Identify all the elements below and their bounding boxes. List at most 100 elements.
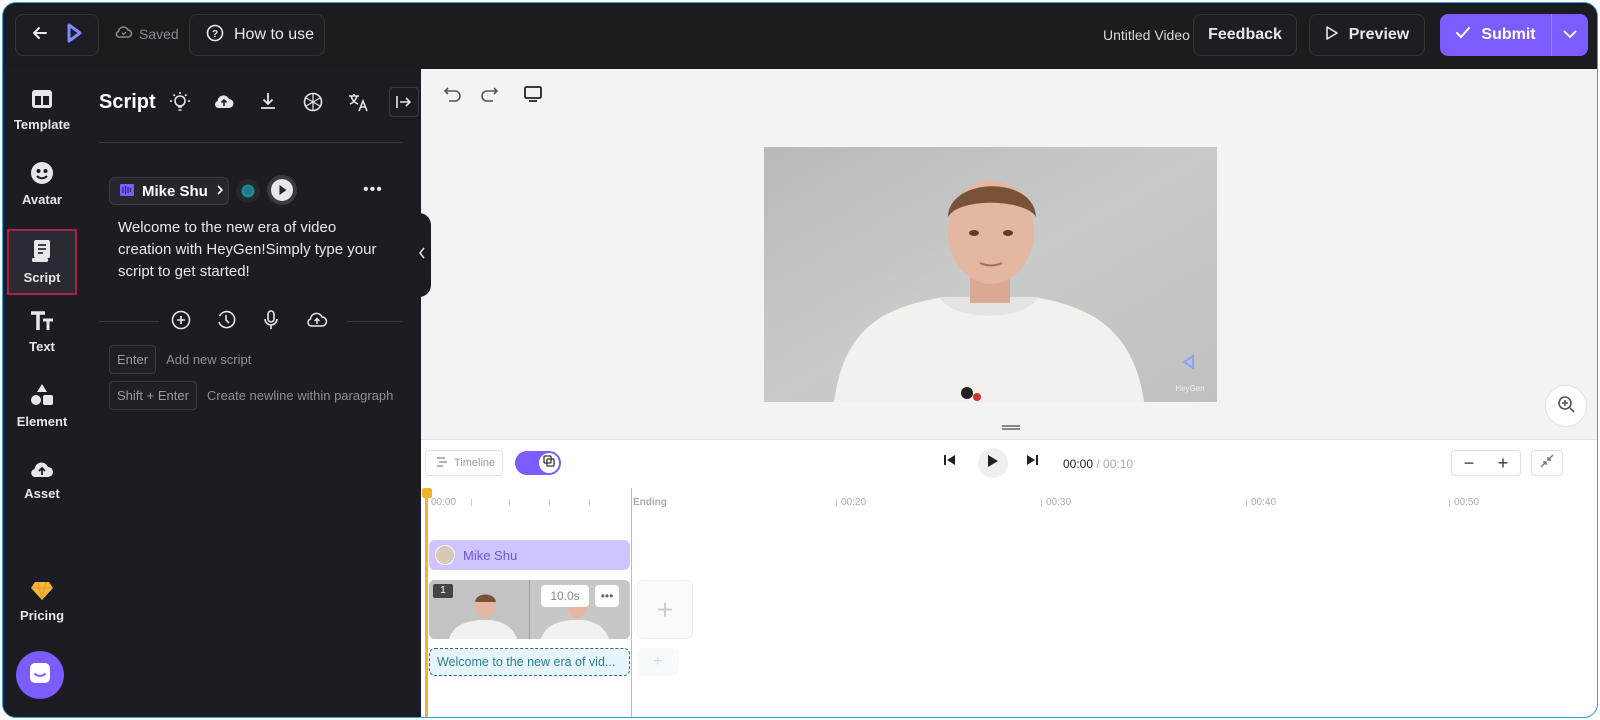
avatar-track-label: Mike Shu <box>463 547 518 563</box>
undo-icon[interactable] <box>443 85 463 110</box>
voice-name: Mike Shu <box>142 182 208 200</box>
hint-text: Create newline within paragraph <box>206 388 394 403</box>
scene-more-icon[interactable]: ••• <box>595 585 619 607</box>
element-icon <box>30 383 54 410</box>
script-track-clip[interactable]: Welcome to the new era of vid... <box>429 648 630 676</box>
rail-item-script[interactable]: Script <box>7 229 77 295</box>
actions-line-left <box>99 321 159 322</box>
video-preview[interactable]: HeyGen <box>764 147 1217 402</box>
emotion-icon[interactable] <box>236 179 260 203</box>
avatar-track-clip[interactable]: Mike Shu <box>429 540 630 570</box>
scene-duration[interactable]: 10.0s <box>541 585 589 607</box>
view-switch[interactable] <box>515 451 561 475</box>
current-time: 00:00 <box>1063 457 1094 471</box>
ruler-tick <box>1041 499 1042 506</box>
zoom-out-button[interactable]: − <box>1464 453 1475 474</box>
chevron-right-icon <box>216 183 224 200</box>
how-to-use-label: How to use <box>234 26 315 43</box>
add-scene-button[interactable]: + <box>637 580 693 639</box>
play-icon <box>987 454 999 473</box>
rail-item-element[interactable]: Element <box>7 373 77 439</box>
playhead-handle[interactable] <box>422 488 432 498</box>
panel-title: Script <box>99 91 156 113</box>
chat-icon <box>28 661 52 690</box>
script-text[interactable]: Welcome to the new era of video creation… <box>118 217 393 283</box>
left-rail: Template Avatar Script Text Element Asse… <box>3 69 83 717</box>
submit-options-button[interactable] <box>1552 26 1588 44</box>
watermark-text: HeyGen <box>1175 384 1204 393</box>
script-panel: Script Mike Shu ••• Welcome to the new e… <box>83 69 421 717</box>
upload-audio-icon[interactable] <box>306 310 328 335</box>
rail-item-avatar[interactable]: Avatar <box>7 151 77 217</box>
collapse-panel-button[interactable] <box>413 213 431 297</box>
preview-button[interactable]: Preview <box>1309 14 1425 56</box>
scene-clip[interactable]: 1 10.0s ••• <box>429 580 630 639</box>
play-button[interactable] <box>978 448 1008 478</box>
rail-item-pricing[interactable]: Pricing <box>7 569 77 635</box>
translate-icon[interactable] <box>347 91 369 118</box>
ruler-tick <box>836 499 837 506</box>
voice-selector[interactable]: Mike Shu <box>109 177 229 205</box>
ruler-label-20: 00:20 <box>841 497 867 508</box>
rail-item-text[interactable]: Text <box>7 299 77 365</box>
timeline-icon <box>436 456 448 470</box>
how-to-use-button[interactable]: ? How to use <box>189 14 325 56</box>
ruler-tick <box>589 499 590 506</box>
back-arrow-icon[interactable] <box>30 23 50 48</box>
saved-label: Saved <box>139 25 179 42</box>
skip-back-icon[interactable] <box>943 453 957 472</box>
cloud-check-icon <box>115 25 133 42</box>
submit-button[interactable]: Submit <box>1440 14 1552 56</box>
ruler-tick <box>549 499 550 506</box>
redo-icon[interactable] <box>479 85 499 110</box>
submit-button-group: Submit <box>1440 14 1588 56</box>
voice-wave-icon <box>120 183 134 200</box>
submit-label: Submit <box>1481 26 1536 43</box>
ruler-label-50: 00:50 <box>1454 497 1480 508</box>
total-duration: 00:10 <box>1103 457 1134 471</box>
chevron-left-icon <box>418 246 426 265</box>
collapse-icon <box>1540 454 1554 473</box>
skip-forward-icon[interactable] <box>1025 453 1039 472</box>
hint-text: Add new script <box>166 352 252 367</box>
actions-line-right <box>347 321 402 322</box>
timeline-label: Timeline <box>454 457 496 469</box>
ending-marker <box>631 488 632 717</box>
hint-key: Shift + Enter <box>109 381 197 410</box>
download-icon[interactable] <box>258 91 278 116</box>
video-title[interactable]: Untitled Video <box>1103 27 1190 43</box>
ruler-label-30: 00:30 <box>1046 497 1072 508</box>
avatar-thumbnail <box>435 545 455 565</box>
rail-item-asset[interactable]: Asset <box>7 447 77 513</box>
top-bar: Saved ? How to use Untitled Video Feedba… <box>3 3 1597 69</box>
ruler-label-40: 00:40 <box>1251 497 1277 508</box>
playhead[interactable] <box>425 488 428 717</box>
expand-panel-icon[interactable] <box>389 87 419 117</box>
openai-icon[interactable] <box>302 91 324 118</box>
upload-cloud-icon[interactable] <box>213 91 235 116</box>
rail-item-template[interactable]: Template <box>7 77 77 143</box>
ruler-label-ending: Ending <box>633 497 667 508</box>
chat-support-button[interactable] <box>16 651 64 699</box>
script-actions-bar <box>99 307 402 335</box>
lightbulb-icon[interactable] <box>169 91 191 118</box>
help-circle-icon: ? <box>206 24 224 47</box>
aspect-ratio-icon[interactable] <box>523 85 543 108</box>
play-voice-icon[interactable] <box>267 175 297 205</box>
more-options-icon[interactable]: ••• <box>363 181 383 199</box>
resize-handle[interactable] <box>1002 425 1020 430</box>
zoom-in-button[interactable]: + <box>1498 453 1509 474</box>
pause-timer-icon[interactable] <box>216 310 236 335</box>
microphone-icon[interactable] <box>261 310 281 335</box>
hint-key: Enter <box>109 345 157 374</box>
collapse-timeline-button[interactable] <box>1531 450 1563 476</box>
heygen-logo-icon[interactable] <box>64 22 84 49</box>
zoom-canvas-button[interactable] <box>1545 385 1587 427</box>
feedback-button[interactable]: Feedback <box>1193 14 1297 56</box>
switch-knob <box>539 453 559 473</box>
timeline-ruler[interactable]: 00:00 Ending 00:20 00:30 00:40 00:50 <box>421 488 1597 518</box>
add-circle-icon[interactable] <box>171 310 191 335</box>
timeline-toggle-button[interactable]: Timeline <box>425 450 503 476</box>
add-script-button[interactable]: + <box>637 648 679 676</box>
chevron-down-icon <box>1562 26 1578 44</box>
